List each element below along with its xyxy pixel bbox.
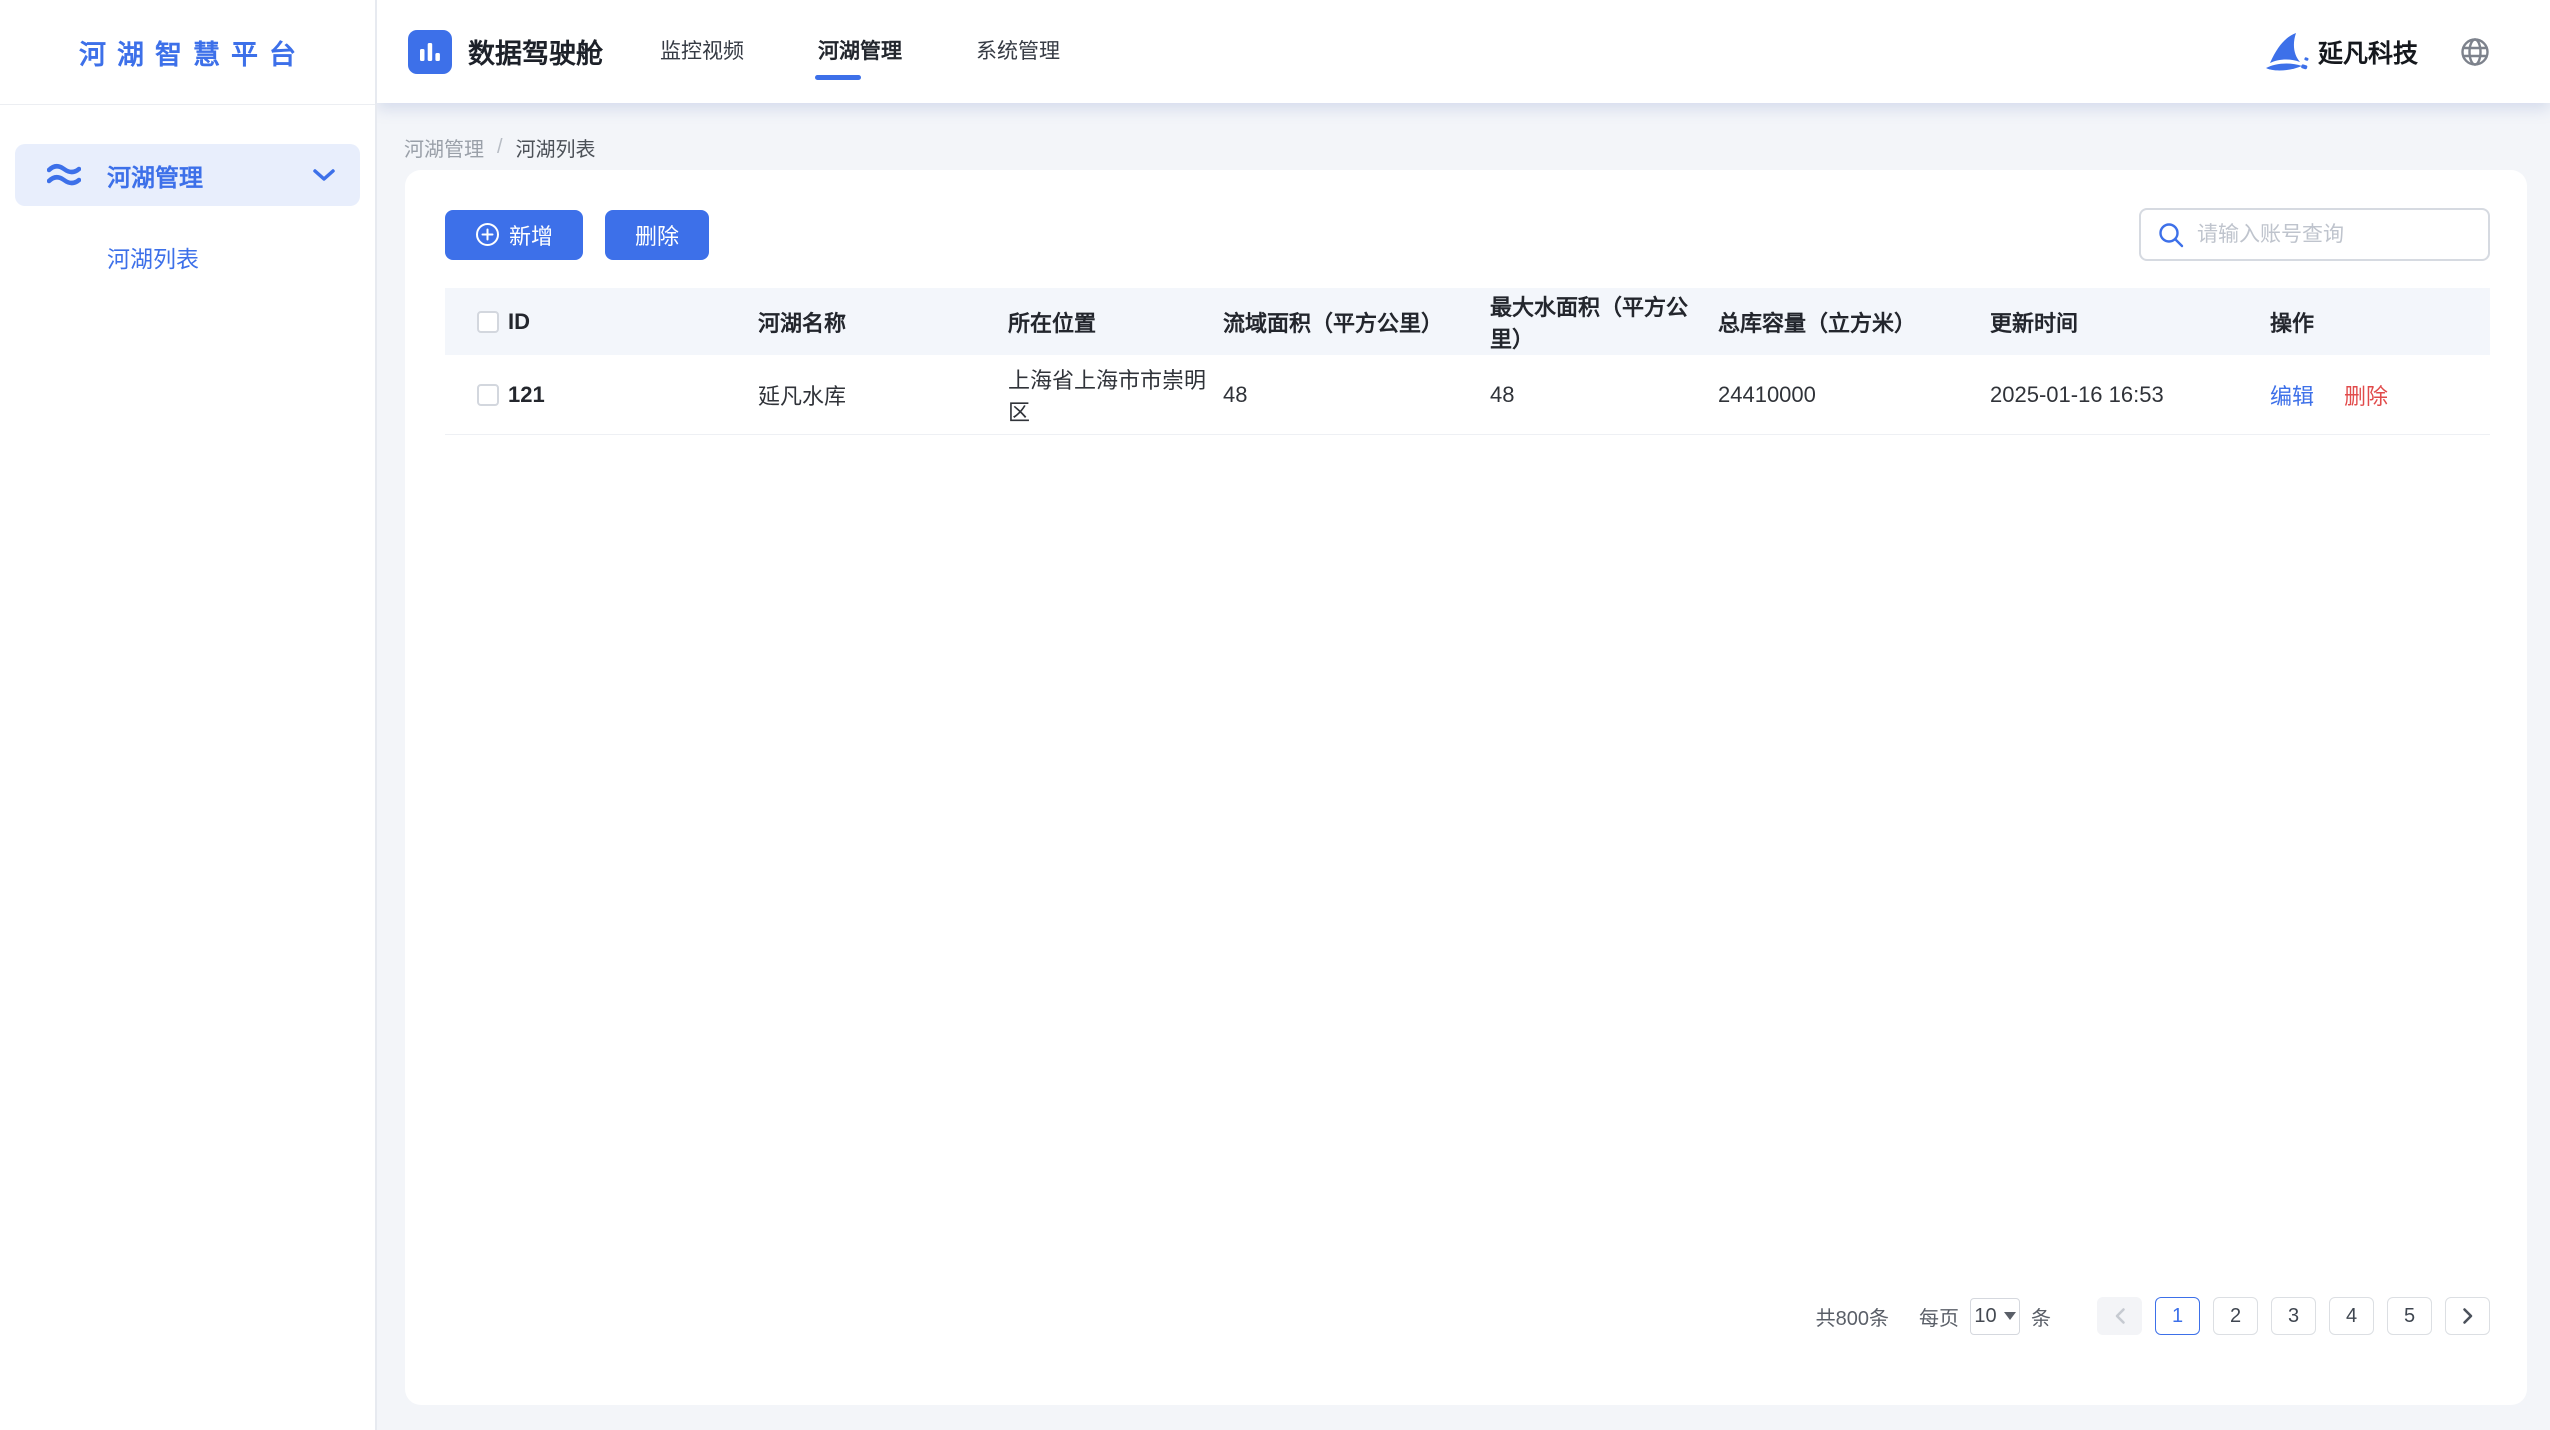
bar-chart-icon: [408, 29, 452, 74]
add-button[interactable]: 新增: [445, 209, 584, 260]
pagination-per-page-suffix: 条: [2031, 1307, 2051, 1330]
cell-max-water-area: 48: [1490, 381, 1515, 407]
page-button-5[interactable]: 5: [2387, 1297, 2432, 1335]
page-button-3[interactable]: 3: [2271, 1297, 2316, 1335]
caret-down-icon: [2003, 1312, 2016, 1320]
search-icon: [2157, 221, 2185, 249]
nav-brand-data-cockpit[interactable]: 数据驾驶舱: [408, 29, 603, 74]
select-all-checkbox[interactable]: [477, 310, 499, 333]
cell-name: 延凡水库: [758, 383, 847, 409]
column-header-basin-area: 流域面积（平方公里）: [1223, 310, 1444, 336]
column-header-id: ID: [508, 308, 530, 334]
sailboat-logo-icon: [2262, 31, 2310, 73]
page-size-value: 10: [1974, 1304, 1997, 1327]
chevron-left-icon: [2115, 1308, 2125, 1324]
breadcrumb-item-current: 河湖列表: [515, 139, 596, 161]
pagination-total: 共800条: [1815, 1307, 1889, 1330]
globe-icon[interactable]: [2460, 37, 2490, 67]
edit-link[interactable]: 编辑: [2270, 379, 2314, 411]
prev-page-button[interactable]: [2097, 1297, 2142, 1335]
add-button-label: 新增: [509, 223, 554, 249]
company-name: 延凡科技: [2317, 39, 2418, 68]
toolbar: 新增 删除: [445, 208, 2490, 261]
cell-id: 121: [508, 381, 545, 407]
tab-monitoring-video[interactable]: 监控视频: [660, 0, 744, 103]
cell-update-time: 2025-01-16 16:53: [1990, 381, 2164, 407]
nav-brand-label: 数据驾驶舱: [468, 39, 603, 69]
sidebar-item-label: 河湖管理: [107, 164, 203, 192]
breadcrumb: 河湖管理 / 河湖列表: [377, 103, 2550, 170]
delete-link[interactable]: 删除: [2344, 379, 2388, 411]
breadcrumb-item-parent[interactable]: 河湖管理: [404, 133, 484, 162]
top-nav: 数据驾驶舱 监控视频 河湖管理 系统管理 延凡科技: [377, 0, 2550, 103]
sidebar-item-river-lake-management[interactable]: 河湖管理: [15, 144, 360, 206]
main-area: 数据驾驶舱 监控视频 河湖管理 系统管理 延凡科技 河湖管理 / 河湖列表 新增…: [377, 0, 2550, 1430]
chevron-right-icon: [2462, 1308, 2472, 1324]
table-row: 121 延凡水库 上海省上海市市崇明区 48 48 24410000 2025-…: [445, 355, 2490, 435]
table-header-row: ID 河湖名称 所在位置 流域面积（平方公里） 最大水面积（平方公里） 总库容量…: [445, 288, 2490, 355]
column-header-name: 河湖名称: [758, 310, 847, 336]
tab-river-lake-management[interactable]: 河湖管理: [815, 0, 902, 103]
plus-circle-icon: [475, 222, 500, 247]
cell-basin-area: 48: [1223, 381, 1248, 407]
tab-system-management[interactable]: 系统管理: [976, 0, 1060, 103]
chevron-down-icon: [312, 168, 336, 182]
breadcrumb-separator: /: [497, 136, 503, 158]
page-button-2[interactable]: 2: [2213, 1297, 2258, 1335]
pagination: 共800条 每页 10 条 1 2 3 4 5: [445, 1297, 2490, 1405]
search-input[interactable]: [2197, 222, 2472, 247]
nav-right-group: 延凡科技: [2262, 31, 2490, 73]
page-button-1[interactable]: 1: [2155, 1297, 2200, 1335]
cell-total-capacity: 24410000: [1718, 381, 1816, 407]
nav-tabs: 监控视频 河湖管理 系统管理: [660, 0, 1060, 103]
page-size-select[interactable]: 10: [1970, 1297, 2020, 1335]
sidebar-menu: 河湖管理 河湖列表: [0, 105, 375, 274]
search-box: [2139, 208, 2490, 261]
data-table: ID 河湖名称 所在位置 流域面积（平方公里） 最大水面积（平方公里） 总库容量…: [445, 288, 2490, 435]
row-checkbox[interactable]: [477, 383, 499, 406]
column-header-update-time: 更新时间: [1990, 310, 2079, 336]
cell-actions: 编辑 删除: [2270, 379, 2490, 411]
cell-location: 上海省上海市市崇明区: [1008, 367, 1207, 425]
pagination-per-page-prefix: 每页: [1919, 1307, 1959, 1330]
column-header-max-water-area: 最大水面积（平方公里）: [1490, 294, 1689, 352]
next-page-button[interactable]: [2445, 1297, 2490, 1335]
delete-button-label: 删除: [635, 223, 680, 249]
river-waves-icon: [47, 160, 83, 190]
column-header-total-capacity: 总库容量（立方米）: [1718, 310, 1917, 336]
sidebar-subitem-river-lake-list[interactable]: 河湖列表: [15, 240, 360, 274]
delete-button[interactable]: 删除: [605, 209, 710, 260]
content-card: 新增 删除 ID 河湖名称 所在位置 流域面积: [405, 170, 2527, 1405]
app-logo-title: 河湖智慧平台: [0, 0, 375, 105]
column-header-location: 所在位置: [1008, 310, 1097, 336]
page-button-4[interactable]: 4: [2329, 1297, 2374, 1335]
sidebar: 河湖智慧平台 河湖管理 河湖列表: [0, 0, 377, 1430]
column-header-actions: 操作: [2270, 310, 2315, 336]
